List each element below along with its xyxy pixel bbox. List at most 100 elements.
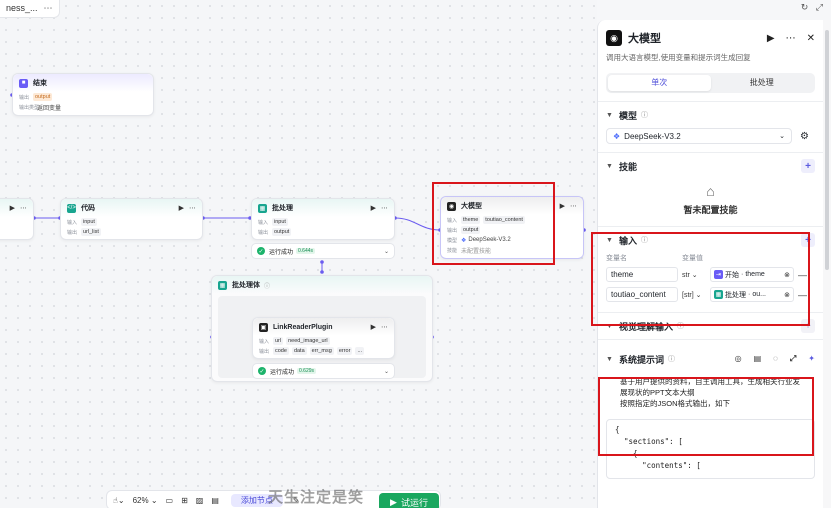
plugin-time: 0.629s	[297, 368, 317, 374]
panel-scrollbar-thumb[interactable]	[825, 30, 829, 270]
plugin-status-text: 运行成功	[270, 369, 295, 376]
code-in-label: 输入	[67, 219, 78, 226]
highlight-box	[598, 377, 814, 456]
llm-logo-icon: ◉	[606, 30, 622, 46]
fullscreen-icon[interactable]: ⤢	[790, 354, 796, 364]
batch-out-tag: output	[272, 228, 292, 236]
batch-body-title: 批处理体	[232, 282, 260, 289]
chevron-down-icon[interactable]: ⌄	[384, 248, 389, 255]
prompt-section-title: 系统提示词	[618, 354, 664, 365]
partial-node[interactable]: ▶ ⋯	[0, 198, 34, 240]
batch-status-text: 运行成功	[269, 249, 294, 256]
test-run-label: 试运行	[400, 497, 428, 508]
model-select-value: DeepSeek-V3.2	[624, 131, 681, 141]
batch-node-title: 批处理	[272, 205, 293, 212]
play-icon: ▶	[390, 496, 397, 507]
chevron-down-icon: ⌄	[779, 133, 785, 140]
watermark: 天生注定是笑	[268, 488, 365, 506]
plugin-out-tag: err_msg	[309, 347, 334, 355]
end-node-icon: ■	[19, 78, 28, 88]
library-icon[interactable]: ▤	[754, 354, 762, 364]
more-icon[interactable]: ⋯	[381, 204, 388, 212]
code-node-title: 代码	[81, 205, 95, 212]
end-node-title: 结束	[33, 80, 47, 87]
chevron-down-icon[interactable]: ▼	[606, 163, 613, 170]
check-icon: ✓	[257, 247, 265, 255]
code-out-label: 输出	[67, 229, 78, 236]
play-icon[interactable]: ▶	[767, 33, 775, 44]
batch-status[interactable]: ✓ 运行成功 0.644s ⌄	[251, 243, 395, 259]
plugin-out-label: 输出	[259, 348, 270, 355]
image-icon[interactable]: ▨	[196, 496, 204, 505]
plugin-out-tag: data	[291, 347, 307, 355]
code-icon: </>	[67, 203, 76, 213]
plugin-status[interactable]: ✓ 运行成功 0.629s ⌄	[252, 363, 395, 379]
batch-node[interactable]: ▦ 批处理 ▶ ⋯ 输入 input 输出 output	[251, 198, 395, 240]
play-icon[interactable]: ▶	[371, 204, 376, 212]
more-icon[interactable]: ⋯	[570, 202, 577, 210]
tab-batch[interactable]: 批处理	[711, 75, 814, 91]
end-output-tag: output	[33, 93, 53, 101]
chevron-down-icon[interactable]: ▼	[606, 356, 613, 363]
zoom-value: 62%	[132, 495, 149, 505]
batch-time: 0.644s	[296, 248, 316, 254]
highlight-box	[432, 182, 555, 265]
highlight-box	[591, 232, 810, 326]
info-icon: ⓘ	[667, 356, 675, 363]
skills-section: ▼ 技能 + ⌂ 暂未配置技能	[598, 152, 823, 226]
refresh-icon[interactable]: ↻	[801, 2, 809, 12]
test-run-button[interactable]: ▶ 试运行	[379, 493, 439, 508]
ai-sparkle-icon[interactable]: ✦	[808, 354, 815, 364]
close-icon[interactable]: ✕	[807, 33, 815, 44]
batch-in-tag: input	[272, 218, 288, 226]
grid-icon[interactable]: ▤	[211, 496, 219, 505]
model-select[interactable]: ❖ DeepSeek-V3.2 ⌄	[606, 128, 792, 144]
top-icons: ↻ ⤢	[801, 2, 823, 13]
plugin-out-tag: error	[336, 347, 353, 355]
more-icon[interactable]: ⋯	[786, 33, 796, 44]
plugin-node[interactable]: ▣ LinkReaderPlugin ▶ ⋯ 输入 url need_image_url …	[252, 317, 395, 359]
batch-out-label: 输出	[258, 229, 269, 236]
deepseek-icon: ❖	[613, 131, 621, 141]
mode-tabs: 单次 批处理	[606, 73, 815, 93]
workflow-canvas[interactable]: ness_... ⋯ ■ 结束 输出 output 输出类型 返回变量 ▶ ⋯ </> 代码…	[0, 0, 597, 508]
bulb-icon[interactable]: ◌	[773, 354, 778, 364]
code-in-tag: input	[81, 218, 97, 226]
play-icon[interactable]: ▶	[179, 204, 184, 212]
check-icon: ✓	[258, 367, 266, 375]
skills-empty-text: 暂未配置技能	[683, 205, 738, 215]
model-section-title: 模型	[618, 110, 637, 121]
pointer-icon[interactable]: ☝⌄	[113, 496, 125, 505]
plugin-in-tag: need_image_url	[286, 337, 330, 345]
tab-single[interactable]: 单次	[608, 75, 711, 91]
end-output-label: 输出	[19, 94, 30, 101]
end-type-label: 输出类型	[19, 104, 40, 111]
zoom-select[interactable]: 62% ⌄	[133, 496, 158, 505]
batch-in-label: 输入	[258, 219, 269, 226]
info-icon: ⓘ	[640, 112, 648, 119]
play-icon[interactable]: ▶	[371, 323, 376, 331]
end-node[interactable]: ■ 结束 输出 output 输出类型 返回变量	[12, 73, 154, 116]
play-icon[interactable]: ▶	[10, 204, 15, 212]
code-node[interactable]: </> 代码 ▶ ⋯ 输入 input 输出 url_list	[60, 198, 203, 240]
model-section: ▼ 模型 ⓘ ❖ DeepSeek-V3.2 ⌄ ⚙	[598, 101, 823, 152]
compass-icon[interactable]: ◎	[735, 354, 742, 364]
plugin-in-tag: url	[273, 337, 284, 345]
add-skill-button[interactable]: +	[801, 159, 815, 173]
chevron-down-icon[interactable]: ▼	[606, 112, 613, 119]
more-icon[interactable]: ⋯	[381, 323, 388, 331]
more-icon[interactable]: ⋯	[189, 204, 196, 212]
comment-icon[interactable]: ▭	[166, 496, 174, 505]
settings-icon[interactable]: ⚙	[800, 131, 809, 142]
plugin-out-tag: code	[273, 347, 289, 355]
panel-description: 调用大语言模型,使用变量和提示词生成回复	[606, 53, 751, 62]
expand-icon[interactable]: ⤢	[816, 2, 823, 12]
play-icon[interactable]: ▶	[560, 202, 565, 210]
plugin-node-title: LinkReaderPlugin	[273, 323, 333, 331]
more-icon[interactable]: ⋯	[20, 204, 27, 212]
batch-icon: ▦	[258, 203, 267, 213]
plugin-out-more: ...	[355, 347, 365, 355]
panel-title: 大模型	[628, 33, 661, 45]
chevron-down-icon[interactable]: ⌄	[384, 368, 389, 375]
layout-icon[interactable]: ⊞	[181, 496, 188, 505]
